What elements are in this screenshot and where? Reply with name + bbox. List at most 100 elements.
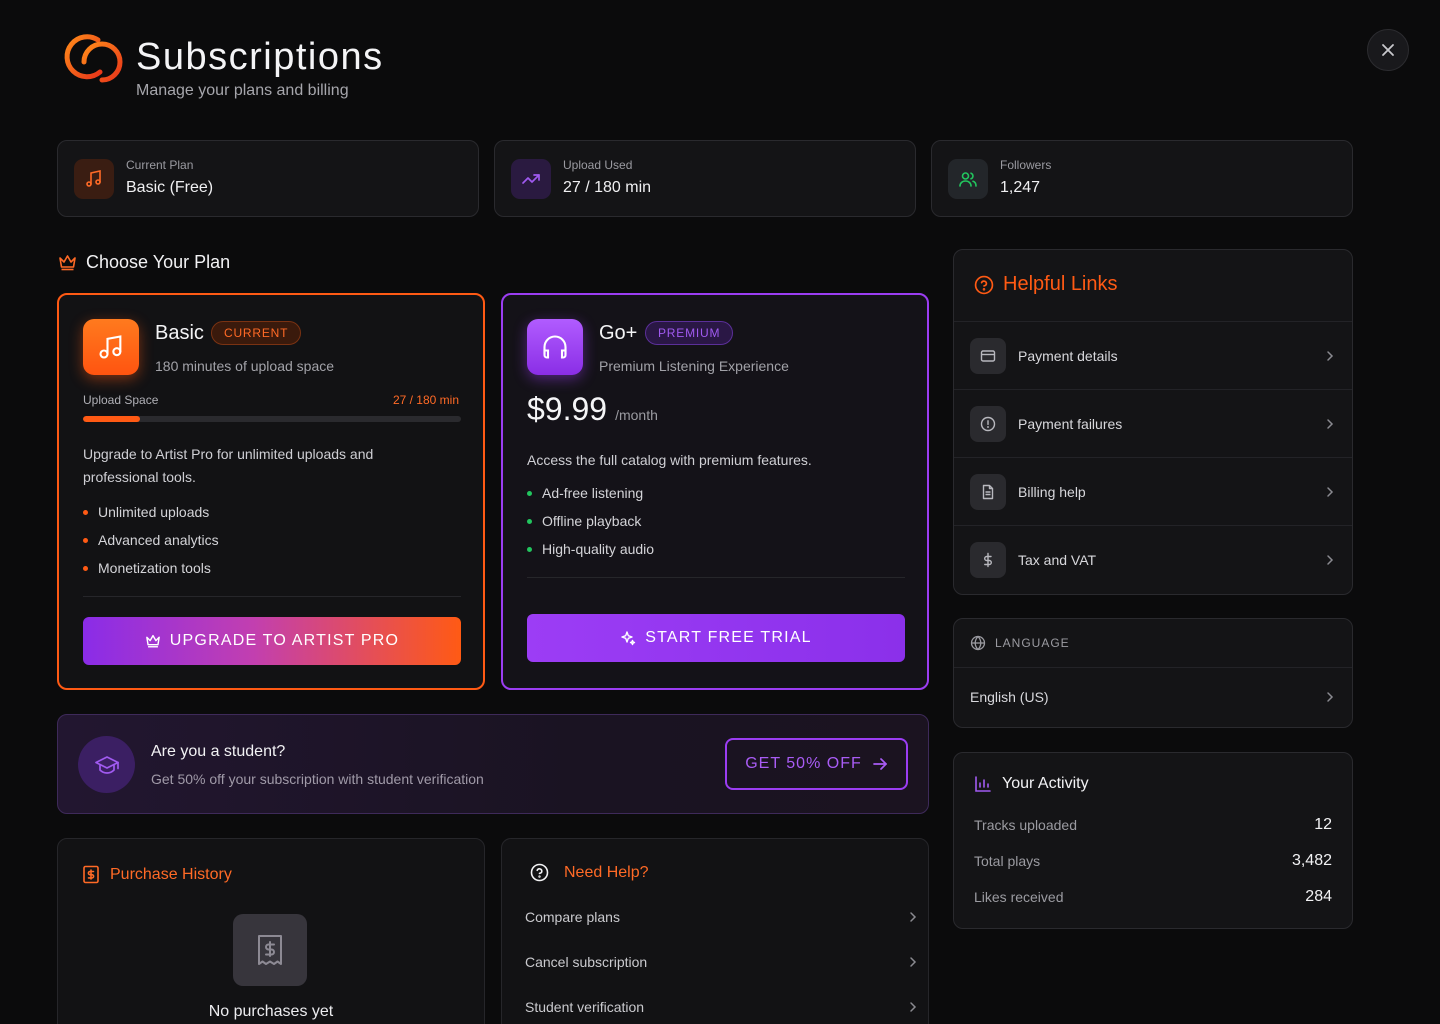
list-item: Unlimited uploads: [83, 498, 219, 526]
stat-label: Current Plan: [126, 158, 194, 172]
plan-description: Access the full catalog with premium fea…: [527, 452, 812, 468]
activity-row: Tracks uploaded 12: [974, 816, 1332, 833]
price: $9.99 /month: [527, 391, 658, 428]
help-link-cancel-subscription[interactable]: Cancel subscription: [525, 954, 917, 970]
divider: [527, 577, 905, 578]
brand-logo: [58, 32, 124, 90]
help-link-student-verification[interactable]: Student verification: [525, 999, 917, 1015]
activity-card: Your Activity Tracks uploaded 12 Total p…: [953, 752, 1353, 929]
help-circle-icon: [530, 863, 549, 882]
chevron-right-icon: [910, 1002, 917, 1012]
feature-list: Unlimited uploads Advanced analytics Mon…: [83, 498, 219, 582]
close-icon: [1382, 44, 1394, 56]
chevron-right-icon: [910, 957, 917, 967]
link-billing-help[interactable]: Billing help: [954, 457, 1352, 525]
need-help-heading: Need Help?: [530, 863, 649, 882]
stat-card-upload-used: Upload Used 27 / 180 min: [494, 140, 916, 217]
divider: [954, 667, 1352, 668]
chevron-right-icon: [910, 912, 917, 922]
arrow-right-icon: [872, 758, 887, 770]
button-label: UPGRADE TO ARTIST PRO: [169, 632, 400, 649]
help-link-compare-plans[interactable]: Compare plans: [525, 909, 917, 925]
link-tax-and-vat[interactable]: Tax and VAT: [954, 525, 1352, 593]
bar-chart-icon: [975, 776, 991, 792]
start-free-trial-button[interactable]: START FREE TRIAL: [527, 614, 905, 662]
link-payment-failures[interactable]: Payment failures: [954, 389, 1352, 457]
graduation-cap-icon: [78, 736, 135, 793]
receipt-icon: [83, 865, 99, 884]
section-title: Choose Your Plan: [86, 252, 231, 272]
plan-card-go-plus: Go+ PREMIUM Premium Listening Experience…: [501, 293, 929, 690]
stat-card-followers: Followers 1,247: [931, 140, 1353, 217]
stat-value: Basic (Free): [126, 179, 214, 196]
language-select[interactable]: English (US): [970, 689, 1334, 705]
list-item: Offline playback: [527, 507, 654, 535]
purchase-history-card: Purchase History No purchases yet: [57, 838, 485, 1024]
price-period: /month: [615, 407, 658, 423]
current-badge: CURRENT: [211, 321, 302, 345]
crown-icon: [59, 255, 76, 271]
student-subtitle: Get 50% off your subscription with stude…: [151, 771, 484, 787]
list-item: Advanced analytics: [83, 526, 219, 554]
purchase-history-heading: Purchase History: [82, 865, 232, 884]
stat-label: Upload Used: [563, 158, 633, 172]
headphones-icon: [527, 319, 583, 375]
activity-row: Total plays 3,482: [974, 852, 1332, 869]
alert-circle-icon: [970, 405, 1006, 442]
button-label: GET 50% OFF: [745, 755, 862, 772]
credit-card-icon: [970, 337, 1006, 374]
language-value: English (US): [970, 689, 1049, 705]
music-note-icon: [83, 319, 139, 375]
close-button[interactable]: [1367, 29, 1409, 71]
price-amount: $9.99: [527, 391, 608, 427]
plan-subtitle: Premium Listening Experience: [599, 358, 789, 374]
activity-heading: Your Activity: [974, 775, 1089, 793]
chevron-right-icon: [1327, 554, 1334, 565]
dollar-icon: [970, 541, 1006, 578]
premium-badge: PREMIUM: [645, 321, 734, 345]
chevron-right-icon: [1327, 350, 1334, 361]
stat-value: 27 / 180 min: [563, 179, 652, 196]
button-label: START FREE TRIAL: [645, 629, 812, 646]
help-circle-icon: [974, 275, 994, 294]
stat-card-current-plan: Current Plan Basic (Free): [57, 140, 479, 217]
usage-value: 27 / 180 min: [392, 393, 459, 407]
list-item: High-quality audio: [527, 535, 654, 563]
plan-subtitle: 180 minutes of upload space: [155, 358, 335, 374]
language-heading: LANGUAGE: [970, 635, 1070, 651]
music-note-icon: [74, 159, 114, 199]
link-payment-details[interactable]: Payment details: [954, 321, 1352, 389]
stat-value: 1,247: [1000, 179, 1041, 196]
need-help-card: Need Help? Compare plans Cancel subscrip…: [501, 838, 929, 1024]
upload-progress-bar: [83, 416, 461, 422]
chevron-right-icon: [1327, 692, 1334, 702]
choose-plan-heading: Choose Your Plan: [58, 252, 230, 273]
chevron-right-icon: [1327, 418, 1334, 429]
helpful-links-heading: Helpful Links: [974, 273, 1118, 296]
divider: [83, 596, 461, 597]
globe-icon: [970, 635, 986, 651]
receipt-icon: [233, 914, 307, 986]
feature-list: Ad-free listening Offline playback High-…: [527, 479, 654, 563]
plan-name: Go+: [599, 322, 638, 344]
document-icon: [970, 473, 1006, 510]
chevron-right-icon: [1327, 486, 1334, 497]
student-discount-banner: Are you a student? Get 50% off your subs…: [57, 714, 929, 814]
trending-up-icon: [511, 159, 551, 199]
upload-progress-fill: [83, 416, 140, 422]
upgrade-artist-pro-button[interactable]: UPGRADE TO ARTIST PRO: [83, 617, 461, 665]
activity-row: Likes received 284: [974, 888, 1332, 905]
plan-description: Upgrade to Artist Pro for unlimited uplo…: [83, 446, 374, 485]
get-50-off-button[interactable]: GET 50% OFF: [725, 738, 908, 790]
page-title: Subscriptions: [136, 36, 384, 78]
users-icon: [948, 159, 988, 199]
page-subtitle: Manage your plans and billing: [136, 82, 349, 99]
usage-label: Upload Space: [83, 393, 159, 407]
language-card: LANGUAGE English (US): [953, 618, 1353, 728]
stat-label: Followers: [1000, 158, 1052, 172]
sparkles-icon: [621, 631, 636, 646]
plan-name: Basic: [155, 322, 204, 344]
empty-state-text: No purchases yet: [208, 1003, 334, 1020]
helpful-links-card: Helpful Links Payment details Payment fa…: [953, 249, 1353, 595]
crown-icon: [145, 634, 160, 648]
